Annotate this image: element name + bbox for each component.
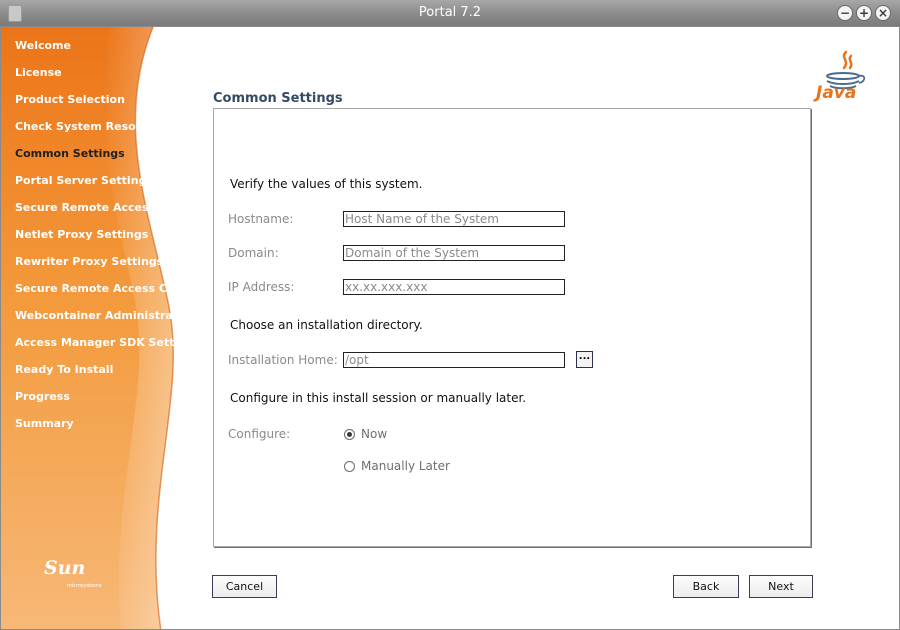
sun-logo-subtext: microsystems <box>67 583 102 589</box>
configure-instruction: Configure in this install session or man… <box>230 391 527 405</box>
sidebar-item-product-selection[interactable]: Product Selection <box>15 93 125 106</box>
sidebar-item-netlet-proxy-settings[interactable]: Netlet Proxy Settings <box>15 228 148 241</box>
title-bar: Portal 7.2 − + × <box>0 0 900 27</box>
browse-button[interactable]: ... <box>576 351 593 368</box>
domain-label: Domain: <box>228 246 279 260</box>
maximize-icon[interactable]: + <box>856 5 872 21</box>
sidebar-item-rewriter-proxy-settings[interactable]: Rewriter Proxy Settings <box>15 255 163 268</box>
hostname-field[interactable] <box>343 211 565 227</box>
configure-later-label[interactable]: Manually Later <box>361 459 450 473</box>
configure-now-radio[interactable] <box>344 429 355 440</box>
next-button[interactable]: Next <box>749 575 813 598</box>
sidebar-item-portal-server-settings[interactable]: Portal Server Settings <box>15 174 153 187</box>
ip-address-label: IP Address: <box>228 280 295 294</box>
sidebar-item-ready-to-install[interactable]: Ready To Install <box>15 363 113 376</box>
sidebar-item-webcontainer-administration[interactable]: Webcontainer Administration <box>15 309 197 322</box>
installer-window: Welcome License Product Selection Check … <box>0 26 900 630</box>
sidebar-item-secure-remote-access-core[interactable]: Secure Remote Access Core <box>15 282 187 295</box>
ip-address-field[interactable] <box>343 279 565 295</box>
sidebar-item-summary[interactable]: Summary <box>15 417 74 430</box>
sidebar-item-progress[interactable]: Progress <box>15 390 70 403</box>
sidebar-item-welcome[interactable]: Welcome <box>15 39 71 52</box>
close-icon[interactable]: × <box>875 5 891 21</box>
installation-home-label: Installation Home: <box>228 353 338 367</box>
cancel-button[interactable]: Cancel <box>212 575 277 598</box>
directory-instruction: Choose an installation directory. <box>230 318 423 332</box>
sidebar-background <box>1 27 175 629</box>
sidebar-item-common-settings[interactable]: Common Settings <box>15 147 125 160</box>
sidebar-item-secure-remote-access[interactable]: Secure Remote Access Settings <box>15 201 211 214</box>
minimize-icon[interactable]: − <box>837 5 853 21</box>
back-button[interactable]: Back <box>673 575 739 598</box>
sidebar-item-check-system-resources[interactable]: Check System Resources <box>15 120 170 133</box>
window-title: Portal 7.2 <box>418 5 482 20</box>
installation-home-field[interactable] <box>343 352 565 368</box>
verify-instruction: Verify the values of this system. <box>230 177 423 191</box>
sidebar-item-access-manager-sdk[interactable]: Access Manager SDK Settings <box>15 336 200 349</box>
configure-now-label[interactable]: Now <box>361 427 387 441</box>
java-logo-text: Java <box>816 83 857 103</box>
settings-panel: Verify the values of this system. Hostna… <box>213 108 811 547</box>
sun-logo: Sun <box>44 557 86 579</box>
sidebar-item-license[interactable]: License <box>15 66 62 79</box>
domain-field[interactable] <box>343 245 565 261</box>
configure-label: Configure: <box>228 427 291 441</box>
hostname-label: Hostname: <box>228 212 294 226</box>
page-title: Common Settings <box>213 91 343 106</box>
configure-later-radio[interactable] <box>344 461 355 472</box>
sidebar: Welcome License Product Selection Check … <box>1 27 211 629</box>
